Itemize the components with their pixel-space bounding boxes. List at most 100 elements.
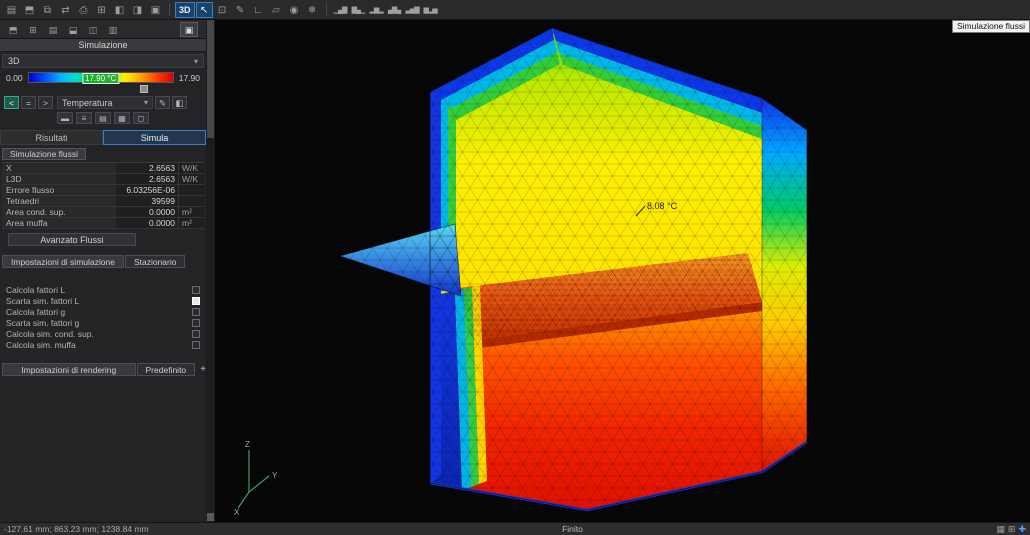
mesh-icon[interactable]: ❄ (304, 2, 321, 18)
thermal-model[interactable]: 8.08 °C (215, 20, 1030, 522)
table-view-icon[interactable]: ⊞ (1008, 524, 1016, 535)
table-row: Tetraedri 39599 (2, 196, 204, 207)
panel-right-icon[interactable]: ◨ (129, 2, 146, 18)
option-label: Scarta sim. fattori L (6, 295, 80, 306)
chart-bars-icon[interactable]: ▁▄▇ (332, 2, 349, 18)
rendering-tabs: Impostazioni di rendering Predefinito + (0, 363, 206, 376)
legend-max: 17.90 (178, 72, 200, 83)
visibility-icon[interactable]: ◉ (286, 2, 303, 18)
color-picker-icon[interactable]: ◧ (172, 96, 187, 109)
area-select-icon[interactable]: ⊡ (214, 2, 231, 18)
sidebar-scrollbar[interactable] (206, 20, 215, 522)
option-label: Calcola sim. muffa (6, 339, 76, 350)
view-3d-button[interactable]: 3D (175, 1, 195, 18)
x-axis (237, 491, 250, 509)
chart-peak-icon[interactable]: ▄▇▄ (386, 2, 403, 18)
import-export-icon[interactable]: ⇄ (57, 2, 74, 18)
legend-current-value: 17.90 °C (82, 73, 120, 84)
result-value: 0.0000 (116, 218, 178, 228)
list-item: Scarta sim. fattori g (0, 317, 206, 328)
option-checkbox[interactable] (192, 340, 200, 349)
dock-rows-icon[interactable]: ▤ (44, 22, 62, 37)
3d-viewport[interactable]: Simulazione flussi 8.08 °C Z Y X (215, 20, 1030, 522)
x-axis-label: X (234, 508, 240, 516)
dock-columns-icon[interactable]: ▥ (104, 22, 122, 37)
print-icon[interactable]: ⎙ (75, 2, 92, 18)
result-value: 0.0000 (116, 207, 178, 217)
list-item: Calcola fattori g (0, 306, 206, 317)
result-label: Tetraedri (2, 196, 116, 206)
dock-active-icon[interactable]: ▣ (180, 21, 198, 37)
results-tabs: Risultati Simula (0, 130, 206, 145)
cut-plane-icon[interactable]: ▱ (268, 2, 285, 18)
flux-section-header[interactable]: Simulazione flussi (2, 148, 87, 160)
chevron-down-icon: ▾ (143, 98, 148, 107)
status-bar: -127.61 mm; 863.23 mm; 1238.84 mm Finito… (0, 522, 1030, 535)
tab-impostazioni-rendering[interactable]: Impostazioni di rendering (2, 363, 136, 376)
legend-slider-handle[interactable] (140, 85, 148, 93)
result-label: L3D (2, 174, 116, 184)
draw-icon[interactable]: ✎ (232, 2, 249, 18)
view-mode-dropdown[interactable]: 3D ▾ (2, 54, 204, 68)
display-grid-icon[interactable]: ▦ (114, 112, 130, 124)
new-file-icon[interactable]: ▤ (3, 2, 20, 18)
result-label: X (2, 163, 116, 173)
grid-view-icon[interactable]: ▦ (996, 524, 1005, 535)
edit-scale-icon[interactable]: ✎ (155, 96, 170, 109)
result-label: Errore flusso (2, 185, 116, 195)
result-unit: m² (178, 218, 204, 228)
cursor-coordinates: -127.61 mm; 863.23 mm; 1238.84 mm (4, 524, 149, 534)
display-wireframe-icon[interactable]: ≡ (76, 112, 92, 124)
result-unit: m² (178, 207, 204, 217)
dock-bottom-icon[interactable]: ⬓ (64, 22, 82, 37)
probe-label: 8.08 °C (647, 201, 678, 211)
option-checkbox[interactable] (192, 307, 200, 316)
option-checkbox[interactable] (192, 296, 200, 305)
y-axis-label: Y (272, 471, 278, 480)
panel-left-icon[interactable]: ◧ (111, 2, 128, 18)
copy-icon[interactable]: ⧉ (39, 2, 56, 18)
option-checkbox[interactable] (192, 329, 200, 338)
result-label: Area cond. sup. (2, 207, 116, 217)
option-checkbox[interactable] (192, 318, 200, 327)
compare-equal-button[interactable]: = (21, 96, 36, 109)
quantity-dropdown[interactable]: Temperatura ▾ (57, 96, 153, 109)
advanced-flux-button[interactable]: Avanzato Flussi (8, 233, 136, 246)
display-rows-icon[interactable]: ▤ (95, 112, 111, 124)
list-item: Scarta sim. fattori L (0, 295, 206, 306)
chart-histogram-icon[interactable]: ▂▆▂ (368, 2, 385, 18)
chart-desc-icon[interactable]: ▇▄▁ (350, 2, 367, 18)
print-preview-icon[interactable]: ⊞ (93, 2, 110, 18)
tab-stazionario[interactable]: Stazionario (124, 255, 186, 268)
chevron-down-icon: ▾ (193, 56, 198, 66)
select-cursor-icon[interactable]: ↖ (195, 1, 213, 18)
tab-simula[interactable]: Simula (103, 130, 206, 145)
display-solid-icon[interactable]: ▬ (57, 112, 73, 124)
dock-top-icon[interactable]: ⬒ (4, 22, 22, 37)
open-file-icon[interactable]: ⬒ (21, 2, 38, 18)
z-axis-label: Z (245, 440, 250, 449)
chart-asc-icon[interactable]: ▃▅▇ (404, 2, 421, 18)
chart-mixed-icon[interactable]: ▆▂▅ (422, 2, 439, 18)
status-text: Finito (562, 524, 583, 534)
measure-corner-icon[interactable]: ∟ (250, 2, 267, 18)
legend-gradient-bar[interactable]: 17.90 °C (27, 72, 174, 84)
tab-impostazioni-simulazione[interactable]: Impostazioni di simulazione (2, 255, 124, 268)
dock-split-icon[interactable]: ◫ (84, 22, 102, 37)
axes-toggle-icon[interactable]: ✚ (1018, 524, 1026, 535)
panel-full-icon[interactable]: ▣ (147, 2, 164, 18)
scrollbar-thumb[interactable] (207, 20, 214, 138)
table-row: L3D 2.6563 W/K (2, 174, 204, 185)
result-unit: W/K (178, 163, 204, 173)
simulation-options: Calcola fattori L Scarta sim. fattori L … (0, 284, 206, 350)
dock-grid-icon[interactable]: ⊞ (24, 22, 42, 37)
option-checkbox[interactable] (192, 285, 200, 294)
option-label: Calcola sim. cond. sup. (6, 328, 94, 339)
tab-risultati[interactable]: Risultati (0, 130, 103, 145)
tab-predefinito[interactable]: Predefinito (136, 363, 196, 376)
result-value: 2.6563 (116, 174, 178, 184)
compare-less-button[interactable]: < (4, 96, 19, 109)
display-mode-row: ▬ ≡ ▤ ▦ ◻ (0, 109, 206, 126)
compare-greater-button[interactable]: > (38, 96, 53, 109)
display-transparent-icon[interactable]: ◻ (133, 112, 149, 124)
